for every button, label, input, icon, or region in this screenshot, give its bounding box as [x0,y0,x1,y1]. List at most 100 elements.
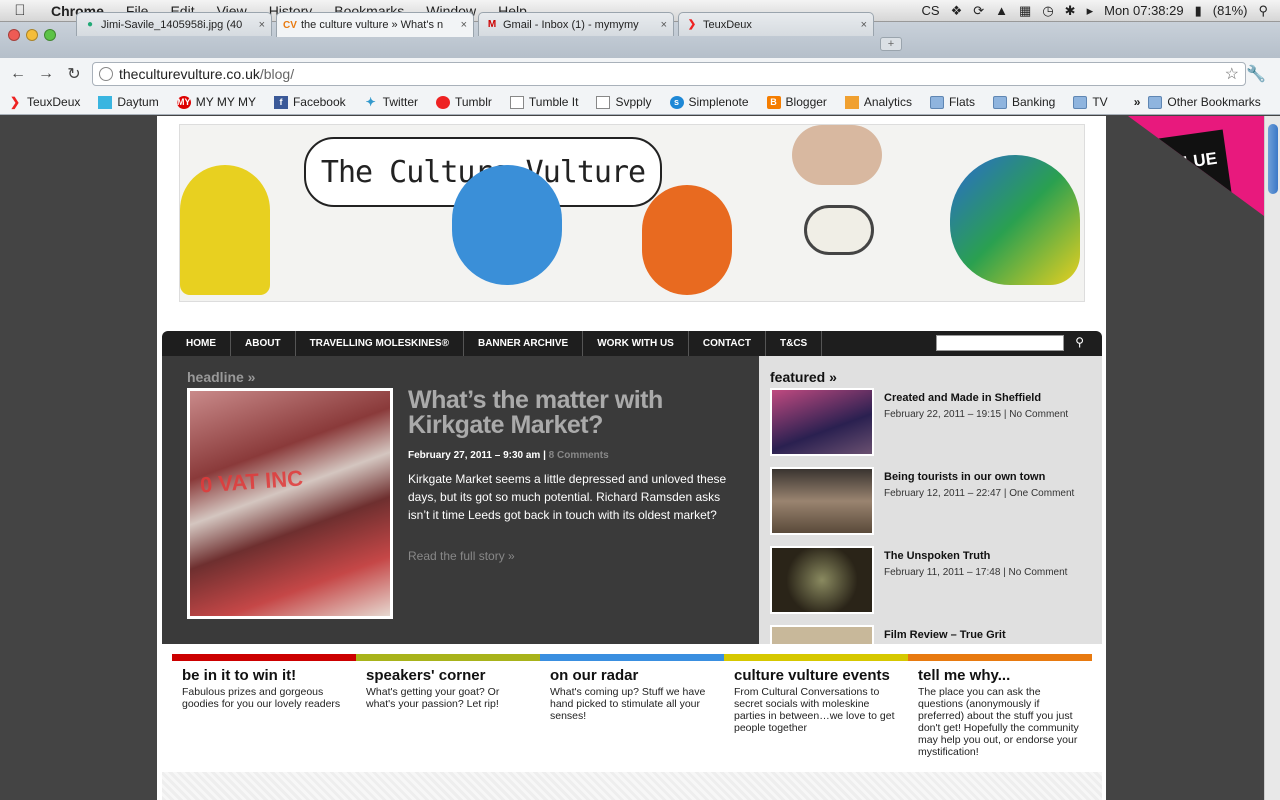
bird-illustration [180,165,270,295]
nav-banner-archive[interactable]: BANNER ARCHIVE [464,331,584,356]
nav-work-with-us[interactable]: WORK WITH US [583,331,689,356]
nest-illustration [804,205,874,255]
cs-icon[interactable]: CS [922,3,940,18]
tile-title[interactable]: culture vulture events [734,667,898,684]
bookmark-simplenote[interactable]: s Simplenote [669,95,749,109]
time-machine-icon[interactable]: ◷ [1042,3,1053,19]
tile-tell-me-why[interactable]: tell me why... The place you can ask the… [908,654,1092,764]
forward-arrow-icon[interactable]: → [32,65,60,83]
bookmark-star-icon[interactable]: ☆ [1225,64,1239,84]
other-bookmarks[interactable]: Other Bookmarks [1148,95,1261,109]
featured-thumbnail[interactable] [770,546,874,614]
bluetooth-icon[interactable]: ✱ [1065,3,1076,19]
tile-win[interactable]: be in it to win it! Fabulous prizes and … [172,654,356,764]
bookmark-facebook[interactable]: f Facebook [273,95,346,109]
new-tab-button[interactable]: + [880,37,902,51]
close-window-button[interactable] [8,29,20,41]
nav-contact[interactable]: CONTACT [689,331,766,356]
spotlight-icon[interactable]: ⚲ [1258,3,1268,19]
nav-travelling-moleskines[interactable]: TRAVELLING MOLESKINES® [296,331,464,356]
bookmark-tumble-it[interactable]: Tumble It [509,95,578,109]
featured-title[interactable]: Created and Made in Sheffield [884,392,1041,404]
tile-events[interactable]: culture vulture events From Cultural Con… [724,654,908,764]
close-tab-icon[interactable]: × [861,19,867,31]
bookmark-blogger[interactable]: B Blogger [766,95,827,109]
apple-icon[interactable]:  [0,2,40,19]
bookmark-twitter[interactable]: ✦ Twitter [364,95,418,109]
read-more-link[interactable]: Read the full story » [408,549,515,563]
battery-percent: (81%) [1212,3,1248,18]
featured-thumbnail[interactable] [770,388,874,456]
scrollbar-thumb[interactable] [1268,124,1278,194]
tab-teuxdeux[interactable]: ❯ TeuxDeux × [678,12,874,36]
menu-clock[interactable]: Mon 07:38:29 [1104,3,1184,18]
tab-image[interactable]: ● Jimi-Savile_1405958i.jpg (40 × [76,12,272,36]
zoom-window-button[interactable] [44,29,56,41]
bookmark-analytics[interactable]: Analytics [844,95,912,109]
featured-title[interactable]: The Unspoken Truth [884,550,990,562]
tab-culture-vulture[interactable]: CV the culture vulture » What's n × [276,12,474,37]
post-comments-link[interactable]: 8 Comments [549,450,609,461]
bird-illustration [452,165,562,285]
bookmark-daytum[interactable]: Daytum [98,95,159,109]
page-scrollbar[interactable] [1264,116,1280,800]
tile-title[interactable]: tell me why... [918,667,1082,684]
sync-icon[interactable]: ⟳ [973,3,984,19]
address-bar[interactable]: theculturevulture.co.uk /blog/ ☆ [92,62,1246,86]
back-arrow-icon[interactable]: ← [4,65,32,83]
nav-about[interactable]: ABOUT [231,331,296,356]
tile-title[interactable]: be in it to win it! [182,667,346,684]
grid-icon[interactable]: ▦ [1019,3,1031,19]
bookmark-label: Twitter [382,95,418,109]
tile-title[interactable]: on our radar [550,667,714,684]
nav-home[interactable]: HOME [162,331,231,356]
tile-desc: From Cultural Conversations to secret so… [734,686,895,734]
bookmark-label: Svpply [615,95,652,109]
close-tab-icon[interactable]: × [461,19,467,31]
globe-icon [99,67,113,81]
bookmark-tv[interactable]: TV [1073,95,1108,109]
featured-item[interactable]: Being tourists in our own town February … [770,467,1100,537]
battery-icon[interactable]: ▮ [1195,3,1202,19]
i-value-the-arts-badge[interactable]: I VALUE THE ARTS [1128,116,1264,216]
tumblr-icon [436,95,450,109]
post-meta: February 27, 2011 – 9:30 am | 8 Comments [408,450,609,461]
featured-meta: February 11, 2011 – 17:48 | No Comment [884,567,1068,578]
site-banner[interactable]: The Culture Vulture [179,124,1085,302]
tab-gmail[interactable]: M Gmail - Inbox (1) - mymymy × [478,12,674,36]
nav-tcs[interactable]: T&CS [766,331,823,356]
search-icon[interactable]: ⚲ [1075,335,1084,349]
site-search-input[interactable] [936,335,1064,351]
featured-thumbnail[interactable] [770,467,874,535]
bookmark-teuxdeux[interactable]: ❯ TeuxDeux [8,95,80,109]
category-tiles: be in it to win it! Fabulous prizes and … [172,654,1092,764]
dropbox-icon[interactable]: ❖ [951,3,963,19]
bookmarks-overflow-button[interactable]: » [1134,95,1141,109]
bookmark-tumblr[interactable]: Tumblr [436,95,492,109]
tile-on-our-radar[interactable]: on our radar What's coming up? Stuff we … [540,654,724,764]
featured-thumbnail[interactable] [770,625,874,644]
close-tab-icon[interactable]: × [661,19,667,31]
tile-speakers-corner[interactable]: speakers' corner What's getting your goa… [356,654,540,764]
reload-icon[interactable]: ↻ [60,64,88,84]
featured-item[interactable]: Film Review – True Grit [770,625,1100,644]
bookmark-banking[interactable]: Banking [992,95,1055,109]
gmail-icon: M [487,19,497,30]
close-tab-icon[interactable]: × [259,19,265,31]
bookmark-label: Analytics [863,95,912,109]
featured-title[interactable]: Being tourists in our own town [884,471,1045,483]
wrench-icon[interactable]: 🔧 [1246,64,1266,84]
bookmark-mymymy[interactable]: MY MY MY MY [176,95,256,109]
bookmark-label: TeuxDeux [27,95,81,109]
bookmark-flats[interactable]: Flats [929,95,975,109]
post-image[interactable]: 0 VAT INC [187,388,393,619]
wifi-icon[interactable]: ▲ [995,3,1008,18]
featured-title[interactable]: Film Review – True Grit [884,629,1006,641]
tile-title[interactable]: speakers' corner [366,667,530,684]
post-title[interactable]: What’s the matter with Kirkgate Market? [408,388,738,438]
volume-icon[interactable]: ▸ [1087,3,1094,19]
featured-item[interactable]: The Unspoken Truth February 11, 2011 – 1… [770,546,1100,616]
bookmark-svpply[interactable]: Svpply [596,95,652,109]
minimize-window-button[interactable] [26,29,38,41]
featured-item[interactable]: Created and Made in Sheffield February 2… [770,388,1100,458]
